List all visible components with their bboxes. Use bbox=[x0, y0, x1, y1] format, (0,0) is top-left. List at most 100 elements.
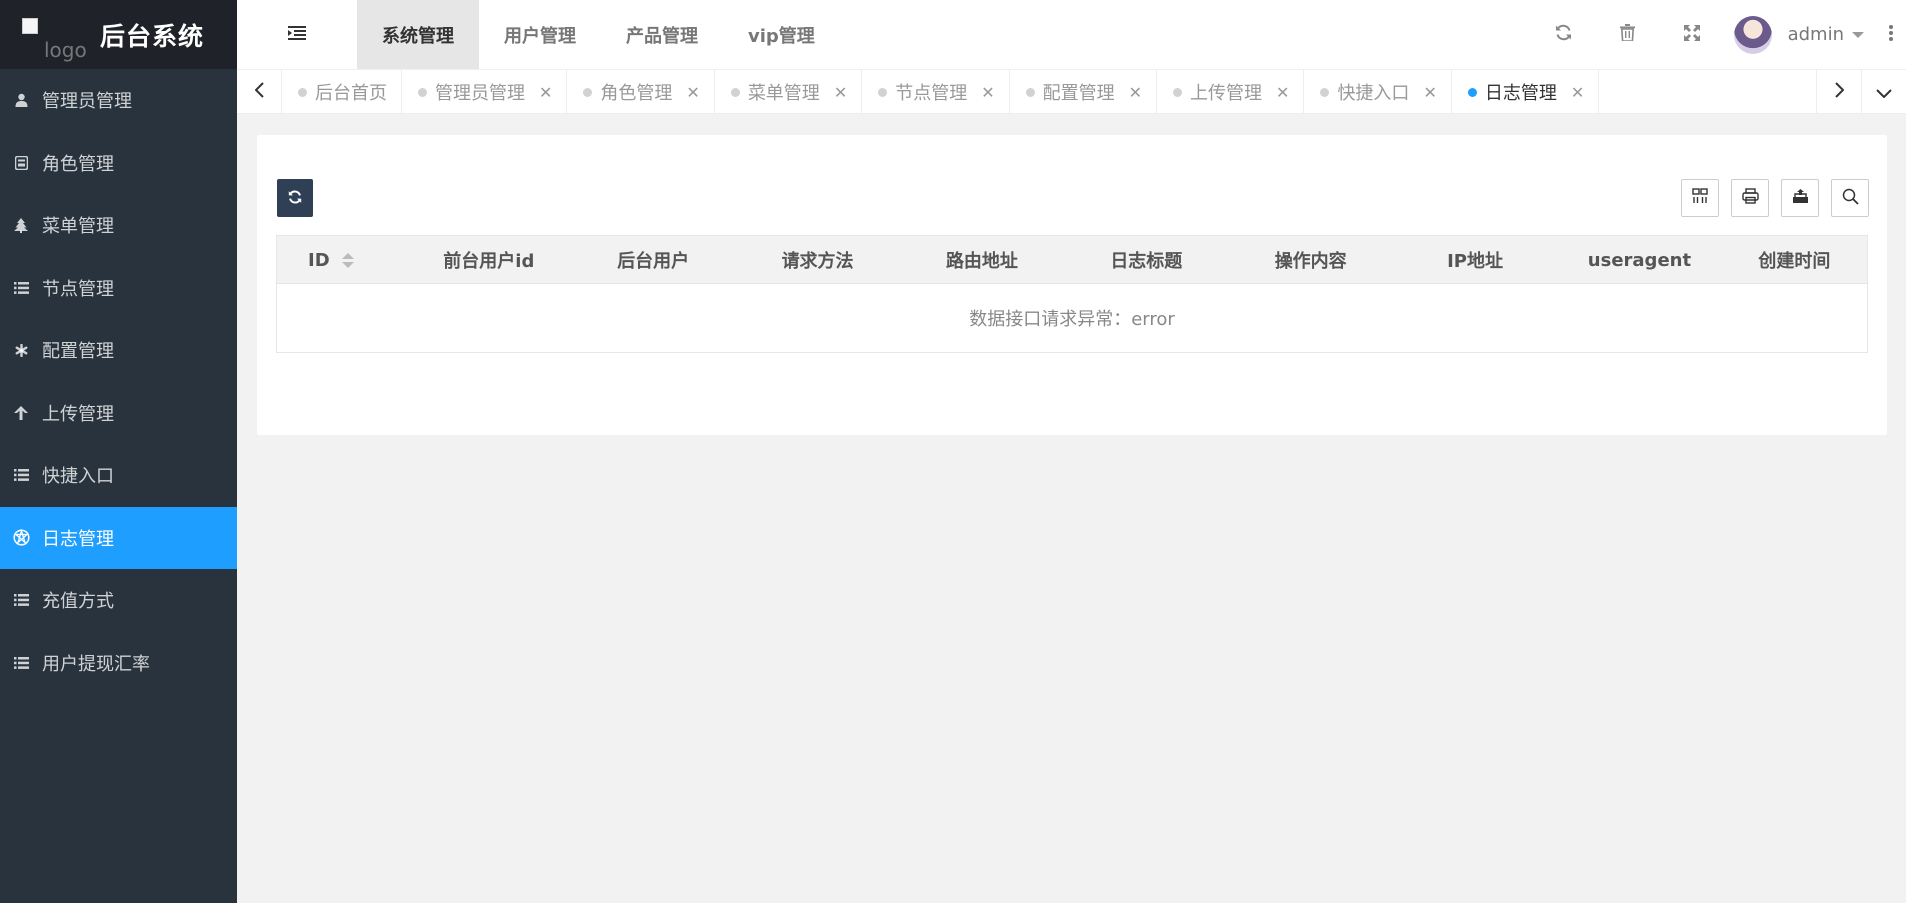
columns-filter-button[interactable] bbox=[1681, 179, 1719, 217]
asterisk-icon bbox=[12, 343, 30, 357]
sidebar-item-shortcut[interactable]: 快捷入口 bbox=[0, 444, 237, 507]
close-icon[interactable]: ✕ bbox=[834, 83, 847, 102]
content-card: ID 前台用户id 后台用户 请求方法 路由地址 日志标题 操作内容 IP地址 … bbox=[257, 135, 1887, 435]
sidebar-item-label: 节点管理 bbox=[42, 278, 114, 300]
tab-role[interactable]: 角色管理 ✕ bbox=[567, 70, 715, 113]
sidebar-item-node[interactable]: 节点管理 bbox=[0, 257, 237, 320]
tab-label: 节点管理 bbox=[895, 83, 968, 104]
app-title: 后台系统 bbox=[100, 21, 205, 51]
sidebar-item-config[interactable]: 配置管理 bbox=[0, 319, 237, 382]
table-refresh-button[interactable] bbox=[277, 179, 313, 217]
tab-node[interactable]: 节点管理 ✕ bbox=[862, 70, 1010, 113]
tab-upload[interactable]: 上传管理 ✕ bbox=[1157, 70, 1305, 113]
tab-dot bbox=[583, 87, 593, 97]
logo-image: logo bbox=[22, 10, 87, 62]
tab-label: 上传管理 bbox=[1190, 83, 1263, 104]
columns-icon bbox=[1692, 188, 1708, 208]
sort-icon[interactable] bbox=[341, 252, 354, 268]
close-icon[interactable]: ✕ bbox=[539, 83, 552, 102]
table-header: ID 前台用户id 后台用户 请求方法 路由地址 日志标题 操作内容 IP地址 … bbox=[277, 236, 1867, 284]
sidebar-item-upload[interactable]: 上传管理 bbox=[0, 382, 237, 445]
sidebar-item-label: 快捷入口 bbox=[42, 466, 114, 488]
print-button[interactable] bbox=[1731, 179, 1769, 217]
sidebar-item-menu[interactable]: 菜单管理 bbox=[0, 194, 237, 257]
close-icon[interactable]: ✕ bbox=[1276, 83, 1289, 102]
header-actions: admin bbox=[1532, 0, 1906, 69]
list-icon bbox=[12, 469, 30, 482]
log-icon bbox=[12, 529, 30, 546]
arrow-up-icon bbox=[12, 405, 30, 420]
sidebar-item-recharge[interactable]: 充值方式 bbox=[0, 569, 237, 632]
tab-options-button[interactable] bbox=[1861, 70, 1906, 114]
export-button[interactable] bbox=[1781, 179, 1819, 217]
fullscreen-icon bbox=[1683, 24, 1700, 45]
user-menu[interactable]: admin bbox=[1724, 0, 1876, 69]
table-toolbar bbox=[277, 179, 1869, 217]
column-header-id[interactable]: ID bbox=[277, 236, 407, 284]
more-vertical-icon bbox=[1889, 24, 1893, 45]
log-table: ID 前台用户id 后台用户 请求方法 路由地址 日志标题 操作内容 IP地址 … bbox=[276, 235, 1868, 353]
column-header-useragent: useragent bbox=[1587, 249, 1692, 271]
tab-config[interactable]: 配置管理 ✕ bbox=[1010, 70, 1158, 113]
top-nav-vip[interactable]: vip管理 bbox=[723, 0, 840, 69]
column-header-route: 路由地址 bbox=[945, 251, 1018, 272]
search-icon bbox=[1842, 188, 1859, 209]
sidebar-item-label: 管理员管理 bbox=[42, 91, 132, 113]
refresh-icon bbox=[1555, 24, 1572, 45]
trash-icon bbox=[1620, 24, 1636, 45]
tab-dot bbox=[1025, 87, 1035, 97]
sidebar-item-admin[interactable]: 管理员管理 bbox=[0, 69, 237, 132]
column-header-created-at: 创建时间 bbox=[1758, 251, 1831, 272]
tab-dot bbox=[298, 87, 307, 97]
tab-label: 快捷入口 bbox=[1337, 83, 1410, 104]
tab-dot bbox=[1320, 87, 1330, 97]
close-icon[interactable]: ✕ bbox=[1129, 83, 1142, 102]
refresh-page-button[interactable] bbox=[1532, 0, 1596, 69]
close-icon[interactable]: ✕ bbox=[981, 83, 994, 102]
broken-image-icon bbox=[22, 17, 38, 34]
close-icon[interactable]: ✕ bbox=[1423, 83, 1436, 102]
tab-dot bbox=[418, 87, 427, 97]
top-nav-system[interactable]: 系统管理 bbox=[357, 0, 479, 69]
caret-down-icon bbox=[1852, 31, 1864, 38]
column-header-request-method: 请求方法 bbox=[781, 251, 854, 272]
sidebar-item-withdraw-rate[interactable]: 用户提现汇率 bbox=[0, 632, 237, 695]
column-header-frontend-user-id: 前台用户id bbox=[443, 251, 535, 272]
top-nav-product[interactable]: 产品管理 bbox=[601, 0, 723, 69]
fullscreen-button[interactable] bbox=[1660, 0, 1724, 69]
column-label: ID bbox=[308, 249, 330, 271]
tab-label: 角色管理 bbox=[600, 83, 673, 104]
clear-cache-button[interactable] bbox=[1596, 0, 1660, 69]
sidebar-item-role[interactable]: 角色管理 bbox=[0, 132, 237, 195]
close-icon[interactable]: ✕ bbox=[1571, 83, 1584, 102]
tab-scroll-right-button[interactable] bbox=[1816, 70, 1861, 114]
table-empty-message: 数据接口请求异常：error bbox=[969, 309, 1175, 330]
close-icon[interactable]: ✕ bbox=[686, 83, 699, 102]
tab-dot bbox=[1467, 87, 1477, 97]
logo-area[interactable]: logo 后台系统 bbox=[0, 0, 237, 69]
column-header-ip: IP地址 bbox=[1447, 251, 1503, 272]
tab-menu[interactable]: 菜单管理 ✕ bbox=[715, 70, 863, 113]
sidebar-menu: 管理员管理 角色管理 菜单管理 节点管理 配置管理 上传管理 快捷入口 日志管理… bbox=[0, 69, 237, 694]
more-button[interactable] bbox=[1876, 0, 1906, 69]
user-name: admin bbox=[1787, 24, 1844, 45]
sidebar-item-log[interactable]: 日志管理 bbox=[0, 506, 237, 569]
logo-alt-text: logo bbox=[44, 37, 87, 62]
tab-dot bbox=[730, 87, 740, 97]
tab-shortcut[interactable]: 快捷入口 ✕ bbox=[1304, 70, 1452, 113]
sidebar: logo 后台系统 管理员管理 角色管理 菜单管理 节点管理 配置管理 上传管理… bbox=[0, 0, 237, 903]
tab-log[interactable]: 日志管理 ✕ bbox=[1452, 70, 1600, 113]
tab-home[interactable]: 后台首页 bbox=[282, 70, 402, 113]
tree-icon bbox=[12, 217, 30, 233]
sidebar-item-label: 菜单管理 bbox=[42, 216, 114, 238]
tab-label: 配置管理 bbox=[1042, 83, 1115, 104]
top-nav-user[interactable]: 用户管理 bbox=[479, 0, 601, 69]
search-button[interactable] bbox=[1831, 179, 1869, 217]
tab-dot bbox=[878, 87, 888, 97]
tab-admin[interactable]: 管理员管理 ✕ bbox=[402, 70, 568, 113]
tab-label: 菜单管理 bbox=[747, 83, 820, 104]
tab-scroll-left-button[interactable] bbox=[237, 70, 282, 114]
role-icon bbox=[12, 155, 30, 170]
sidebar-toggle-button[interactable] bbox=[237, 0, 357, 69]
user-icon bbox=[12, 93, 30, 108]
